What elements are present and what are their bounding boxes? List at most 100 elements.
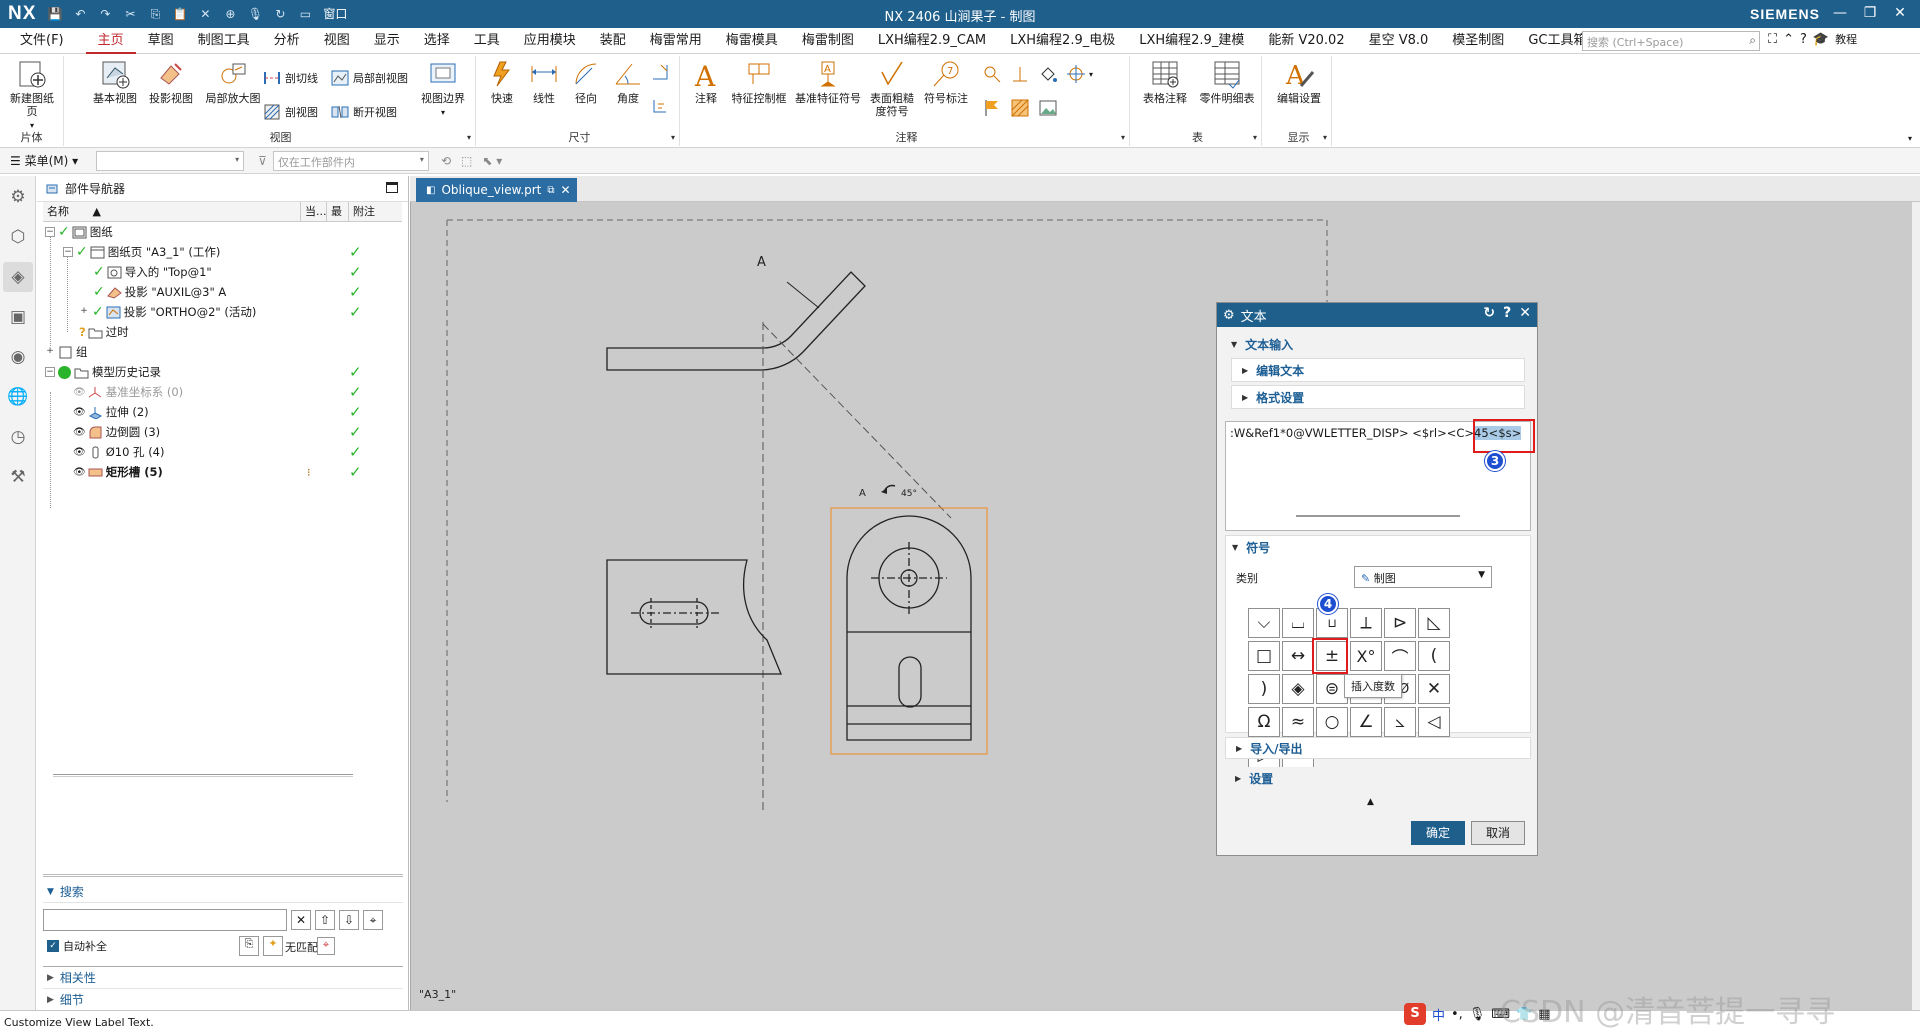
collapse-ribbon-icon[interactable]: ⌃ bbox=[1783, 32, 1794, 47]
voice-icon[interactable]: 🎙 bbox=[244, 5, 266, 23]
ordinate-dimension-button[interactable] bbox=[650, 96, 670, 116]
tabular-note-button[interactable]: 表格注释 bbox=[1138, 58, 1192, 105]
mic-icon[interactable]: 🎙 bbox=[1469, 1007, 1486, 1022]
tree-row[interactable]: 👁 拉伸 (2) ✓ bbox=[43, 402, 402, 422]
type-filter-combo[interactable]: ▾ bbox=[96, 150, 245, 171]
menu-lxh-electrode[interactable]: LXH编程2.9_电极 bbox=[998, 28, 1127, 54]
cut-icon[interactable]: ✂ bbox=[119, 5, 141, 23]
symbol-countersink-button[interactable]: ⌵ bbox=[1248, 608, 1280, 638]
previous-match-icon[interactable]: ⇧ bbox=[315, 910, 335, 930]
menu-meilei-drafting[interactable]: 梅雷制图 bbox=[790, 28, 866, 54]
vertical-scrollbar[interactable] bbox=[1912, 202, 1920, 1010]
repeat-icon[interactable]: ↻ bbox=[269, 5, 291, 23]
feature-control-frame-button[interactable]: 特征控制框 bbox=[728, 58, 790, 105]
collapse-icon[interactable]: − bbox=[63, 247, 73, 257]
projected-view-button[interactable]: 投影视图 bbox=[144, 58, 198, 105]
visible-eye-icon[interactable]: 👁 bbox=[73, 407, 86, 418]
menu-applications[interactable]: 应用模块 bbox=[512, 28, 588, 54]
menu-analysis[interactable]: 分析 bbox=[262, 28, 312, 54]
cancel-button[interactable]: 取消 bbox=[1471, 821, 1525, 845]
scope-filter-combo[interactable]: 仅在工作部件内 ▾ bbox=[272, 150, 429, 171]
menu-lxh-modeling[interactable]: LXH编程2.9_建模 bbox=[1127, 28, 1256, 54]
menu-meilei-common[interactable]: 梅雷常用 bbox=[638, 28, 714, 54]
symbol-square-button[interactable]: □ bbox=[1248, 641, 1280, 671]
dialog-help-icon[interactable]: ? bbox=[1503, 305, 1511, 321]
select-box-icon[interactable]: ⬚ bbox=[461, 154, 472, 168]
menu-xingkong[interactable]: 星空 V8.0 bbox=[1357, 28, 1441, 54]
symbol-angle-reverse-button[interactable]: ⦣ bbox=[1384, 707, 1416, 737]
undo-icon[interactable]: ↶ bbox=[69, 5, 91, 23]
top-view-geometry[interactable] bbox=[606, 559, 782, 675]
break-out-section-button[interactable]: 局部剖视图 bbox=[330, 68, 408, 88]
assembly-navigator-icon[interactable]: ⬡ bbox=[3, 222, 33, 252]
collapse-icon[interactable]: − bbox=[45, 227, 55, 237]
symbol-section-header[interactable]: ▼ 符号 bbox=[1226, 536, 1530, 558]
visible-eye-icon[interactable]: 👁 bbox=[73, 467, 86, 478]
symbol-angle-button[interactable]: ∠ bbox=[1350, 707, 1382, 737]
sogou-icon[interactable]: S bbox=[1404, 1003, 1426, 1025]
category-select[interactable]: ✎ 制图 ▼ bbox=[1354, 566, 1492, 588]
settings-gear-icon[interactable]: ⚙ bbox=[3, 182, 33, 212]
fullscreen-icon[interactable]: ⛶ bbox=[1768, 32, 1777, 47]
auxiliary-view-geometry[interactable] bbox=[846, 515, 972, 741]
edit-settings-button[interactable]: A 编辑设置 bbox=[1272, 58, 1326, 105]
col-current[interactable]: 当... bbox=[301, 202, 327, 221]
command-search-input[interactable]: 搜索 (Ctrl+Space) ⌕ bbox=[1582, 31, 1760, 51]
touch-mode-icon[interactable]: ⊕ bbox=[219, 5, 241, 23]
select-mode-icon[interactable]: ⬉ ▾ bbox=[482, 154, 502, 168]
window-icon[interactable]: ▭ bbox=[294, 5, 316, 23]
new-sheet-button[interactable]: 新建图纸页 ▾ bbox=[6, 58, 58, 132]
drawing-sheet[interactable]: A A 45° "A3_1" bbox=[411, 202, 1913, 1010]
symbol-circle-button[interactable]: ○ bbox=[1316, 707, 1348, 737]
radial-dimension-button[interactable]: 径向 bbox=[566, 58, 606, 105]
aux-view-label[interactable]: A bbox=[859, 488, 866, 499]
text-input-section-header[interactable]: ▼ 文本输入 bbox=[1225, 333, 1531, 355]
col-comment[interactable]: 附注 bbox=[349, 202, 379, 221]
menu-lxh-cam[interactable]: LXH编程2.9_CAM bbox=[866, 28, 998, 54]
symbol-datum-target-button[interactable]: ◈ bbox=[1282, 674, 1314, 704]
expand-icon[interactable]: + bbox=[45, 347, 55, 357]
collapse-icon[interactable]: − bbox=[45, 367, 55, 377]
menu-home[interactable]: 主页 bbox=[85, 28, 136, 54]
target-point-button[interactable] bbox=[982, 64, 1002, 84]
ok-button[interactable]: 确定 bbox=[1411, 821, 1465, 845]
visible-eye-icon[interactable]: 👁 bbox=[73, 427, 86, 438]
edit-text-group[interactable]: ▶ 编辑文本 bbox=[1231, 358, 1525, 382]
weld-symbol-button[interactable] bbox=[1010, 64, 1030, 84]
delete-icon[interactable]: ✕ bbox=[194, 5, 216, 23]
view-label-a[interactable]: A bbox=[757, 255, 766, 270]
section-view-button[interactable]: 剖视图 bbox=[262, 102, 318, 122]
flag-button[interactable] bbox=[982, 98, 1002, 118]
minimize-button[interactable]: — bbox=[1826, 2, 1854, 24]
symbol-arc-length-button[interactable]: ⌒ bbox=[1384, 641, 1416, 671]
tree-row[interactable]: 👁 矩形槽 (5) ⁝ ✓ bbox=[43, 462, 402, 482]
col-latest[interactable]: 最 bbox=[327, 202, 349, 221]
details-section[interactable]: ▶ 细节 bbox=[43, 989, 403, 1011]
search-section-header[interactable]: ▼ 搜索 bbox=[43, 881, 403, 903]
base-view-button[interactable]: 基本视图 bbox=[88, 58, 142, 105]
dialog-title-bar[interactable]: ⚙ 文本 ↻ ? ✕ bbox=[1217, 303, 1537, 327]
menu-display[interactable]: 显示 bbox=[362, 28, 412, 54]
datum-feature-symbol-button[interactable]: A 基准特征符号 bbox=[792, 58, 864, 105]
base-view-geometry[interactable] bbox=[606, 271, 866, 371]
linear-dimension-button[interactable]: 线性 bbox=[524, 58, 564, 105]
next-match-icon[interactable]: ⇩ bbox=[339, 910, 359, 930]
image-button[interactable] bbox=[1038, 98, 1058, 118]
menu-select[interactable]: 选择 bbox=[412, 28, 462, 54]
fill-button[interactable] bbox=[1038, 64, 1058, 84]
punctuation-icon[interactable]: •, bbox=[1451, 1007, 1463, 1022]
copy-icon[interactable]: ⎘ bbox=[144, 5, 166, 23]
ime-language[interactable]: 中 bbox=[1432, 1005, 1445, 1024]
menu-file[interactable]: 文件(F) bbox=[0, 28, 86, 54]
expand-icon[interactable]: + bbox=[79, 307, 89, 317]
tree-row[interactable]: + 组 bbox=[43, 342, 402, 362]
broken-view-button[interactable]: 断开视图 bbox=[330, 102, 397, 122]
tab-settings-icon[interactable]: ⧉ bbox=[547, 185, 554, 196]
aux-rotation-label[interactable]: 45° bbox=[901, 489, 917, 499]
roles-icon[interactable]: ⚒ bbox=[3, 462, 33, 492]
dependencies-section[interactable]: ▶ 相关性 bbox=[43, 967, 403, 989]
rapid-dimension-button[interactable]: 快速 bbox=[482, 58, 522, 105]
menu-nengxin[interactable]: 能新 V20.02 bbox=[1256, 28, 1356, 54]
ribbon-overflow-icon[interactable]: ▾ bbox=[1908, 134, 1912, 143]
save-icon[interactable]: 💾 bbox=[44, 5, 66, 23]
